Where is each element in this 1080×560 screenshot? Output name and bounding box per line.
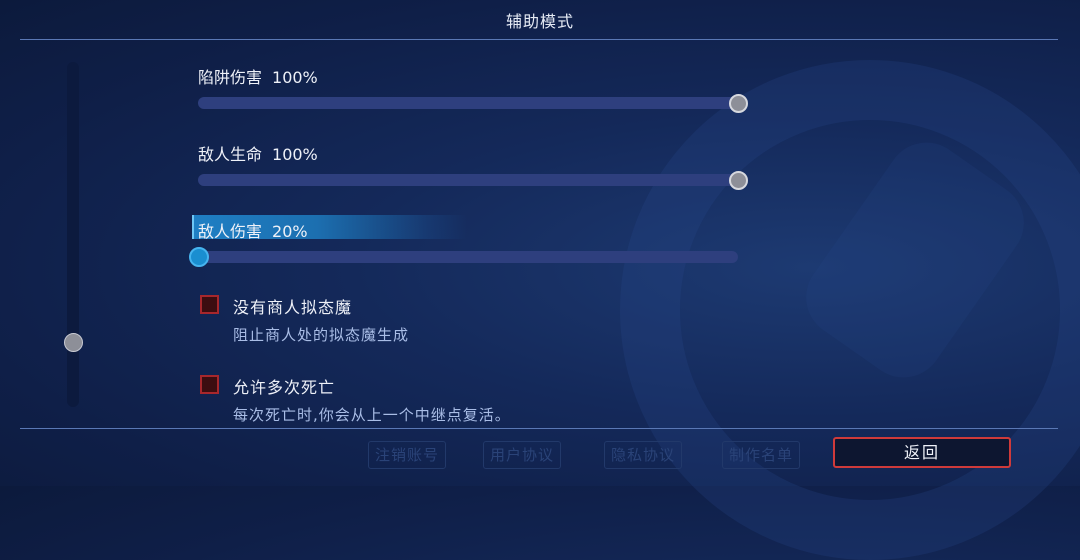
- slider-label-text: 陷阱伤害: [198, 68, 263, 87]
- no-merchant-mimic-checkbox[interactable]: [200, 295, 219, 314]
- deregister-account-link[interactable]: 注销账号: [368, 441, 447, 469]
- slider-enemy-health-label: 敌人生命 100%: [198, 141, 318, 165]
- slider-enemy-damage-track[interactable]: [198, 251, 738, 263]
- slider-trap-damage-label: 陷阱伤害 100%: [198, 64, 318, 88]
- footer-divider: [20, 428, 1058, 429]
- no-merchant-mimic-description: 阻止商人处的拟态魔生成: [233, 326, 410, 344]
- slider-enemy-health-track[interactable]: [198, 174, 738, 186]
- scrollbar-thumb[interactable]: [64, 333, 83, 352]
- slider-trap-damage-track[interactable]: [198, 97, 738, 109]
- allow-multiple-deaths-label: 允许多次死亡: [233, 378, 336, 397]
- slider-value: 20%: [272, 222, 308, 241]
- slider-enemy-health-knob[interactable]: [729, 171, 748, 190]
- page-title: 辅助模式: [505, 12, 574, 31]
- no-merchant-mimic-label: 没有商人拟态魔: [233, 298, 353, 317]
- slider-trap-damage-knob[interactable]: [729, 94, 748, 113]
- slider-label-text: 敌人生命: [198, 145, 263, 164]
- privacy-policy-link[interactable]: 隐私协议: [604, 441, 683, 469]
- user-agreement-link[interactable]: 用户协议: [483, 441, 562, 469]
- allow-multiple-deaths-description: 每次死亡时,你会从上一个中继点复活。: [233, 406, 511, 424]
- slider-enemy-damage-label: 敌人伤害 20%: [198, 218, 308, 242]
- allow-multiple-deaths-checkbox[interactable]: [200, 375, 219, 394]
- back-button[interactable]: 返回: [833, 437, 1011, 468]
- slider-value: 100%: [272, 68, 318, 87]
- scrollbar-track[interactable]: [67, 62, 79, 407]
- slider-label-text: 敌人伤害: [198, 222, 263, 241]
- credits-link[interactable]: 制作名单: [722, 441, 801, 469]
- slider-enemy-damage-knob[interactable]: [189, 247, 209, 267]
- header-divider: [20, 39, 1058, 40]
- slider-value: 100%: [272, 145, 318, 164]
